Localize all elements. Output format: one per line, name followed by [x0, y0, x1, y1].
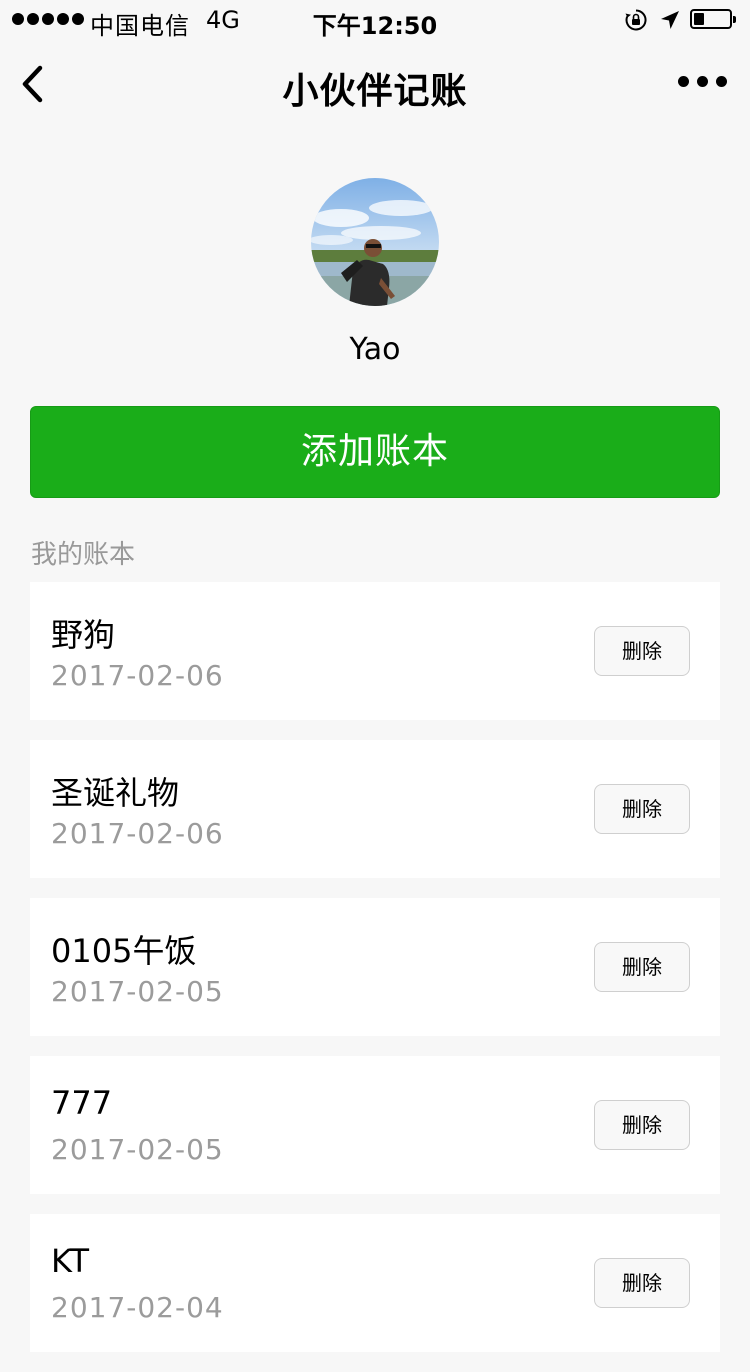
list-item[interactable]: 0105午饭 2017-02-05 删除	[30, 898, 720, 1036]
book-name: KT	[51, 1242, 90, 1280]
list-item[interactable]: 野狗 2017-02-06 删除	[30, 582, 720, 720]
book-name: 野狗	[51, 616, 116, 654]
list-item[interactable]: KT 2017-02-04 删除	[30, 1214, 720, 1352]
list-item[interactable]: 圣诞礼物 2017-02-06 删除	[30, 740, 720, 878]
delete-button[interactable]: 删除	[594, 942, 690, 992]
status-bar: 中国电信 4G 下午12:50	[0, 0, 750, 40]
book-name: 777	[51, 1084, 113, 1122]
delete-button[interactable]: 删除	[594, 626, 690, 676]
list-item[interactable]: 777 2017-02-05 删除	[30, 1056, 720, 1194]
delete-button[interactable]: 删除	[594, 1100, 690, 1150]
rotation-lock-icon	[625, 9, 647, 31]
location-arrow-icon	[661, 11, 679, 29]
book-date: 2017-02-06	[51, 817, 224, 850]
page-title: 小伙伴记账	[282, 71, 468, 112]
avatar	[311, 178, 439, 306]
book-date: 2017-02-05	[51, 1133, 224, 1166]
user-name: Yao	[349, 332, 401, 367]
avatar-photo	[311, 178, 439, 306]
delete-button[interactable]: 删除	[594, 784, 690, 834]
battery-icon	[690, 9, 736, 29]
add-book-button[interactable]: 添加账本	[30, 406, 720, 498]
book-date: 2017-02-04	[51, 1291, 224, 1324]
book-name: 0105午饭	[51, 932, 197, 970]
delete-button[interactable]: 删除	[594, 1258, 690, 1308]
section-label-my-books: 我的账本	[31, 540, 136, 570]
book-date: 2017-02-05	[51, 975, 224, 1008]
book-list: 野狗 2017-02-06 删除 圣诞礼物 2017-02-06 删除 0105…	[30, 582, 720, 1372]
book-name: 圣诞礼物	[51, 774, 180, 812]
navigation-bar: 小伙伴记账	[0, 40, 750, 128]
more-dots-icon[interactable]	[678, 76, 727, 87]
book-date: 2017-02-06	[51, 659, 224, 692]
